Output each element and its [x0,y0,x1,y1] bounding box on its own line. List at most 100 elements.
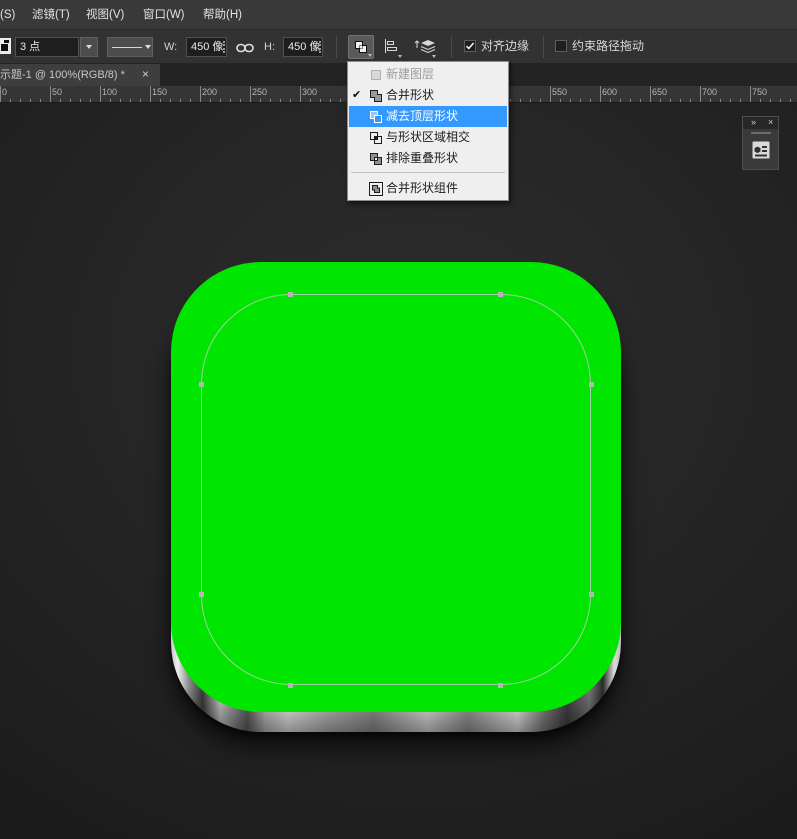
chevron-down-icon [432,55,436,58]
ruler-label: 250 [252,87,268,97]
merge-shape-components-icon [369,182,383,196]
shape-tool-preset-icon[interactable] [0,38,11,54]
chevron-down-icon [145,45,151,49]
stroke-type-dropdown[interactable] [107,37,153,57]
path-anchor-point[interactable] [288,683,293,688]
menu-item-intersect-shape-areas[interactable]: ✔ 与形状区域相交 [349,127,507,148]
menu-select[interactable]: (S) [0,7,15,23]
ruler-major-tick [700,86,701,102]
ruler-label: 550 [552,87,568,97]
combine-shapes-icon [369,89,383,103]
width-label: W: [164,41,178,53]
path-anchor-point[interactable] [199,382,204,387]
ruler-major-tick [50,86,51,102]
stroke-width-field[interactable]: 3 点 [15,37,79,57]
exclude-overlapping-shapes-icon [369,152,383,166]
ruler-major-tick [300,86,301,102]
stroke-width-dropdown-button[interactable] [80,37,98,57]
ruler-label: 750 [752,87,768,97]
menu-item-exclude-overlapping-shapes[interactable]: ✔ 排除重叠形状 [349,148,507,169]
toolbar-divider [451,36,452,58]
document-tab[interactable]: 示题-1 @ 100%(RGB/8) * × [0,64,160,86]
ruler-label: 150 [152,87,168,97]
intersect-shape-areas-icon [369,131,383,145]
menu-item-label: 新建图层 [386,67,435,81]
expand-panels-icon[interactable]: » [751,117,756,128]
path-anchor-point[interactable] [498,683,503,688]
height-label: H: [264,41,275,53]
menu-item-label: 减去顶层形状 [386,109,459,123]
path-alignment-icon [383,38,399,54]
ruler-major-tick [100,86,101,102]
check-icon: ✔ [352,89,362,101]
document-tab-title[interactable]: 示题-1 @ 100%(RGB/8) * [0,68,125,82]
toolbar-divider [336,36,337,58]
path-operations-menu: ✔ 新建图层 ✔ 合并形状 ✔ 减去顶层形状 ✔ 与形状区域相交 ✔ 排除重叠形… [347,61,509,201]
menu-item-label: 与形状区域相交 [386,130,471,144]
close-icon[interactable]: × [142,67,149,81]
path-anchor-point[interactable] [589,592,594,597]
align-edges-label[interactable]: 对齐边缘 [481,39,529,53]
height-scrub-handle[interactable] [319,41,323,53]
menu-help[interactable]: 帮助(H) [203,7,242,23]
ruler-label: 0 [2,87,8,97]
menu-item-new-layer[interactable]: ✔ 新建图层 [349,64,507,85]
toolbar-divider [543,36,544,58]
subtract-front-shape-icon [369,110,383,124]
checkmark-icon [465,42,475,50]
ruler-label: 600 [602,87,618,97]
height-field[interactable]: 450 像 [283,37,323,57]
selected-path-outline[interactable] [201,294,591,685]
menu-window[interactable]: 窗口(W) [143,7,185,23]
path-anchor-point[interactable] [498,292,503,297]
ruler-major-tick [600,86,601,102]
chain-link-icon[interactable] [236,42,254,53]
ruler-major-tick [650,86,651,102]
menu-separator [351,172,505,173]
ruler-label: 100 [102,87,118,97]
ruler-label: 50 [52,87,63,97]
menu-item-label: 排除重叠形状 [386,151,459,165]
close-icon[interactable]: × [768,117,773,128]
path-arrangement-button[interactable] [414,38,438,58]
path-alignment-button[interactable] [383,38,403,58]
constrain-path-dragging-label[interactable]: 约束路径拖动 [572,39,644,53]
panel-grip[interactable] [751,132,771,134]
menu-item-combine-shapes[interactable]: ✔ 合并形状 [349,85,507,106]
constrain-path-dragging-checkbox[interactable] [555,40,567,52]
path-anchor-point[interactable] [589,382,594,387]
document-canvas[interactable] [0,103,797,839]
collapsed-panel-dock: » × [742,116,779,170]
menu-filter[interactable]: 滤镜(T) [32,7,70,23]
chevron-down-icon [368,54,372,57]
ruler-major-tick [150,86,151,102]
ruler-label: 200 [202,87,218,97]
menu-item-label: 合并形状 [386,88,435,102]
menu-view[interactable]: 视图(V) [86,7,124,23]
menu-bar: (S) 滤镜(T) 视图(V) 窗口(W) 帮助(H) [0,0,797,30]
ruler-major-tick [750,86,751,102]
width-scrub-handle[interactable] [223,41,227,53]
chevron-down-icon [86,45,92,49]
path-operations-button[interactable] [348,35,374,59]
menu-item-label: 合并形状组件 [386,181,459,195]
path-operations-icon [354,40,368,54]
properties-panel-icon[interactable] [752,141,770,159]
ruler-major-tick [250,86,251,102]
menu-item-merge-shape-components[interactable]: ✔ 合并形状组件 [349,178,507,199]
stroke-line-style-icon [112,47,142,48]
path-anchor-point[interactable] [199,592,204,597]
menu-item-subtract-front-shape[interactable]: ✔ 减去顶层形状 [349,106,507,127]
ruler-label: 300 [302,87,318,97]
path-anchor-point[interactable] [288,292,293,297]
panel-dock-header[interactable]: » × [743,117,778,129]
ruler-label: 700 [702,87,718,97]
ruler-label: 650 [652,87,668,97]
width-field[interactable]: 450 像 [186,37,227,57]
options-bar: 3 点 W: 450 像 H: 450 像 对齐边缘 约束路径拖动 [0,30,797,64]
align-edges-checkbox[interactable] [464,40,476,52]
new-layer-icon [369,68,383,82]
ruler-major-tick [550,86,551,102]
path-arrangement-icon [414,38,436,54]
ruler-major-tick [200,86,201,102]
